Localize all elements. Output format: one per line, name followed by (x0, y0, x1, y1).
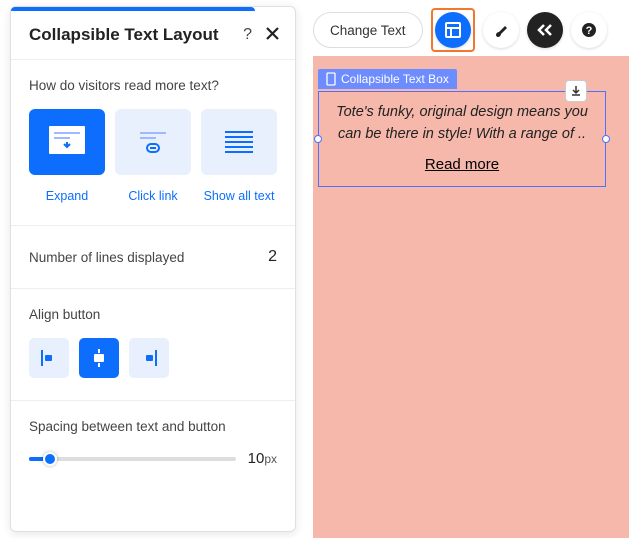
layout-button[interactable] (435, 12, 471, 48)
lines-icon (217, 122, 261, 162)
animation-button[interactable] (527, 12, 563, 48)
widget-text: Tote's funky, original design means you … (331, 102, 593, 146)
help-toolbar-button[interactable]: ? (571, 12, 607, 48)
spacing-label: Spacing between text and button (29, 419, 277, 434)
widget-tag: Collapsible Text Box (318, 69, 457, 89)
option-click-link-label: Click link (115, 189, 191, 203)
align-center-button[interactable] (79, 338, 119, 378)
spacing-value[interactable]: 10 (248, 450, 265, 467)
resize-handle-right[interactable] (602, 135, 610, 143)
layout-icon (444, 21, 462, 39)
option-show-all[interactable] (201, 109, 277, 175)
align-section: Align button (11, 289, 295, 401)
align-label: Align button (29, 307, 277, 322)
option-show-all-label: Show all text (201, 189, 277, 203)
close-button[interactable] (266, 27, 279, 43)
resize-handle-left[interactable] (314, 135, 322, 143)
spacing-slider-row: 10px (29, 450, 277, 467)
brush-icon (492, 21, 510, 39)
widget-box[interactable]: Tote's funky, original design means you … (318, 91, 606, 187)
lines-label: Number of lines displayed (29, 250, 184, 265)
expand-icon (45, 122, 89, 162)
spacing-slider[interactable] (29, 457, 236, 461)
layout-panel: Collapsible Text Layout ? How do visitor… (10, 6, 296, 532)
spacing-unit: px (264, 452, 277, 466)
option-expand[interactable] (29, 109, 105, 175)
lines-value[interactable]: 2 (268, 248, 277, 266)
design-button[interactable] (483, 12, 519, 48)
widget-tag-label: Collapsible Text Box (341, 72, 449, 86)
chevrons-icon (536, 23, 554, 37)
align-left-button[interactable] (29, 338, 69, 378)
help-button[interactable]: ? (243, 26, 252, 44)
read-mode-label: How do visitors read more text? (29, 78, 277, 93)
panel-header: Collapsible Text Layout ? (11, 11, 295, 60)
canvas[interactable]: Collapsible Text Box Tote's funky, origi… (313, 56, 629, 538)
download-handle[interactable] (565, 80, 587, 102)
align-right-button[interactable] (129, 338, 169, 378)
spacing-section: Spacing between text and button 10px (11, 401, 295, 479)
collapsible-text-widget[interactable]: Collapsible Text Box Tote's funky, origi… (318, 69, 606, 187)
mobile-icon (326, 72, 336, 86)
option-click-link[interactable] (115, 109, 191, 175)
close-icon (266, 27, 279, 40)
slider-thumb[interactable] (43, 452, 57, 466)
lines-section: Number of lines displayed 2 (11, 226, 295, 289)
layout-button-highlight (431, 8, 475, 52)
panel-title: Collapsible Text Layout (29, 25, 243, 45)
align-center-icon (88, 347, 110, 369)
read-mode-section: How do visitors read more text? (11, 60, 295, 226)
canvas-toolbar: Change Text ? (313, 8, 607, 52)
read-mode-options (29, 109, 277, 175)
link-icon (131, 122, 175, 162)
svg-text:?: ? (585, 25, 592, 37)
align-left-icon (38, 347, 60, 369)
option-expand-label: Expand (29, 189, 105, 203)
align-right-icon (138, 347, 160, 369)
option-labels: Expand Click link Show all text (29, 189, 277, 203)
align-options (29, 338, 277, 378)
question-icon: ? (581, 22, 597, 38)
download-icon (570, 85, 582, 97)
change-text-button[interactable]: Change Text (313, 12, 423, 48)
read-more-link[interactable]: Read more (425, 156, 499, 173)
